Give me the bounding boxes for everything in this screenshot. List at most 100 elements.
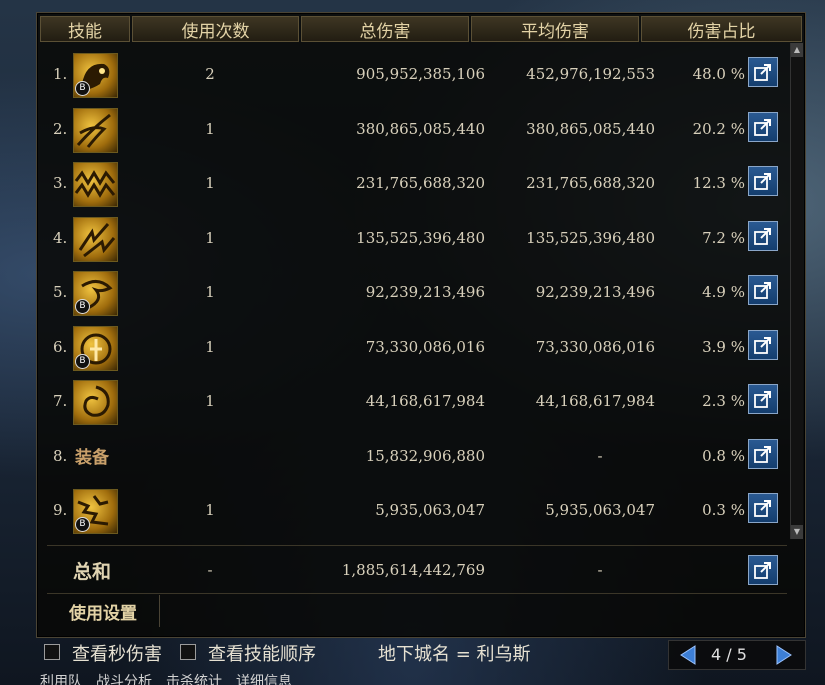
header-uses: 使用次数 bbox=[132, 16, 299, 42]
avg-damage: - bbox=[597, 446, 603, 465]
zigzag-wave-skill-icon[interactable] bbox=[73, 162, 118, 207]
divider bbox=[47, 545, 787, 546]
table-row: 6. B 1 73,330,086,016 73,330,086,016 3.9… bbox=[45, 320, 787, 374]
damage-share: 2.3 % bbox=[702, 392, 745, 410]
damage-share: 12.3 % bbox=[692, 174, 745, 192]
avg-damage: 5,935,063,047 bbox=[545, 501, 655, 519]
uses-count: 1 bbox=[205, 392, 215, 410]
bottom-tab-strip: 利用队 战斗分析 击杀统计 详细信息 bbox=[40, 672, 460, 685]
uses-count: 1 bbox=[205, 119, 215, 138]
rank-number: 8. bbox=[53, 446, 68, 465]
total-damage: 5,935,063,047 bbox=[375, 501, 485, 519]
total-damage: 15,832,906,880 bbox=[365, 446, 485, 465]
share-icon bbox=[754, 118, 771, 136]
table-row: 5. B 1 92,239,213,496 92,239,213,496 4.9… bbox=[45, 265, 787, 319]
summary-avg: - bbox=[597, 561, 603, 579]
table-row: 9. B 1 5,935,063,047 5,935,063,047 0.3 % bbox=[45, 483, 787, 537]
share-icon bbox=[754, 500, 771, 517]
rank-number: 5. bbox=[53, 283, 68, 301]
share-icon bbox=[754, 391, 771, 408]
header-skill: 技能 bbox=[40, 16, 130, 42]
avg-damage: 73,330,086,016 bbox=[535, 337, 655, 356]
avg-damage: 380,865,085,440 bbox=[526, 119, 655, 138]
strip-tab[interactable]: 击杀统计 bbox=[166, 672, 222, 685]
uses-count: 1 bbox=[205, 501, 215, 519]
total-damage: 135,525,396,480 bbox=[356, 228, 485, 247]
buff-badge-icon: B bbox=[75, 81, 90, 96]
rank-number: 9. bbox=[53, 501, 68, 519]
total-damage: 231,765,688,320 bbox=[356, 174, 485, 192]
buff-badge-icon: B bbox=[75, 353, 90, 369]
share-button[interactable] bbox=[748, 384, 778, 414]
share-icon bbox=[754, 336, 771, 354]
table-row: 2. 1 380,865,085,440 380,865,085,440 20.… bbox=[45, 102, 787, 156]
rank-number: 7. bbox=[53, 392, 68, 410]
share-icon bbox=[754, 445, 771, 463]
table-row: 3. 1 231,765,688,320 231,765,688,320 12.… bbox=[45, 156, 787, 210]
table-row: 4. 1 135,525,396,480 135,525,396,480 7.2… bbox=[45, 211, 787, 265]
total-damage: 44,168,617,984 bbox=[365, 392, 485, 410]
avg-damage: 44,168,617,984 bbox=[535, 392, 655, 410]
damage-share: 3.9 % bbox=[702, 337, 745, 356]
share-button[interactable] bbox=[748, 493, 778, 523]
uses-count: 1 bbox=[205, 228, 215, 247]
prev-page-arrow-icon[interactable] bbox=[677, 644, 699, 666]
scroll-up-arrow-icon[interactable]: ▲ bbox=[791, 43, 803, 57]
equipment-label: 装备 bbox=[75, 447, 109, 468]
damage-share: 4.9 % bbox=[702, 283, 745, 301]
summary-row: 总和 - 1,885,614,442,769 - bbox=[45, 547, 787, 593]
share-icon bbox=[754, 282, 771, 299]
share-button[interactable] bbox=[748, 275, 778, 305]
avg-damage: 452,976,192,553 bbox=[526, 65, 655, 83]
page-indicator: 4 / 5 bbox=[711, 645, 747, 664]
share-button[interactable] bbox=[748, 111, 778, 142]
share-icon bbox=[754, 562, 771, 579]
bottom-bar: 查看秒伤害 查看技能顺序 地下城名 = 利乌斯 4 / 5 bbox=[0, 640, 825, 670]
damage-share: 7.2 % bbox=[702, 228, 745, 247]
share-icon bbox=[754, 227, 771, 245]
show-skill-order-checkbox[interactable] bbox=[180, 644, 196, 660]
uses-count: 1 bbox=[205, 337, 215, 356]
scroll-down-arrow-icon[interactable]: ▼ bbox=[791, 525, 803, 539]
share-icon bbox=[754, 173, 771, 190]
lightning-burst-skill-icon[interactable] bbox=[73, 216, 118, 262]
scrollbar[interactable]: ▲ ▼ bbox=[790, 43, 803, 539]
table-header: 技能 使用次数 总伤害 平均伤害 伤害占比 bbox=[40, 16, 802, 42]
share-button[interactable] bbox=[748, 220, 778, 251]
damage-share: 0.8 % bbox=[702, 446, 745, 465]
show-dps-label: 查看秒伤害 bbox=[72, 644, 162, 665]
share-button[interactable] bbox=[748, 329, 778, 360]
spiral-fist-skill-icon[interactable] bbox=[73, 380, 118, 425]
next-page-arrow-icon[interactable] bbox=[773, 644, 795, 666]
rank-number: 2. bbox=[53, 119, 68, 138]
usage-settings-tab[interactable]: 使用设置 bbox=[47, 595, 160, 627]
header-total-damage: 总伤害 bbox=[301, 16, 469, 42]
share-button[interactable] bbox=[748, 166, 778, 196]
summary-share-button[interactable] bbox=[748, 555, 778, 585]
total-damage: 380,865,085,440 bbox=[356, 119, 485, 138]
pagination: 4 / 5 bbox=[668, 640, 806, 670]
total-damage: 92,239,213,496 bbox=[365, 283, 485, 301]
rank-number: 4. bbox=[53, 228, 68, 247]
avg-damage: 231,765,688,320 bbox=[526, 174, 655, 192]
dragon-slash-skill-icon[interactable] bbox=[73, 107, 118, 153]
damage-share: 0.3 % bbox=[702, 501, 745, 519]
table-row: 7. 1 44,168,617,984 44,168,617,984 2.3 % bbox=[45, 374, 787, 428]
header-damage-share: 伤害占比 bbox=[641, 16, 802, 42]
dungeon-name: 地下城名 = 利乌斯 bbox=[378, 644, 531, 665]
total-damage: 905,952,385,106 bbox=[356, 65, 485, 83]
show-dps-checkbox[interactable] bbox=[44, 644, 60, 660]
strip-tab[interactable]: 详细信息 bbox=[236, 672, 292, 685]
avg-damage: 92,239,213,496 bbox=[535, 283, 655, 301]
strip-tab[interactable]: 利用队 bbox=[40, 672, 82, 685]
buff-badge-icon: B bbox=[75, 299, 90, 314]
divider bbox=[47, 593, 787, 594]
share-button[interactable] bbox=[748, 57, 778, 87]
table-row: 1. B 2 905,952,385,106 452,976,192,553 4… bbox=[45, 47, 787, 101]
uses-count: 1 bbox=[205, 174, 215, 192]
damage-share: 20.2 % bbox=[692, 119, 745, 138]
strip-tab[interactable]: 战斗分析 bbox=[96, 672, 152, 685]
uses-count: 1 bbox=[205, 283, 215, 301]
avg-damage: 135,525,396,480 bbox=[526, 228, 655, 247]
share-button[interactable] bbox=[748, 438, 778, 469]
